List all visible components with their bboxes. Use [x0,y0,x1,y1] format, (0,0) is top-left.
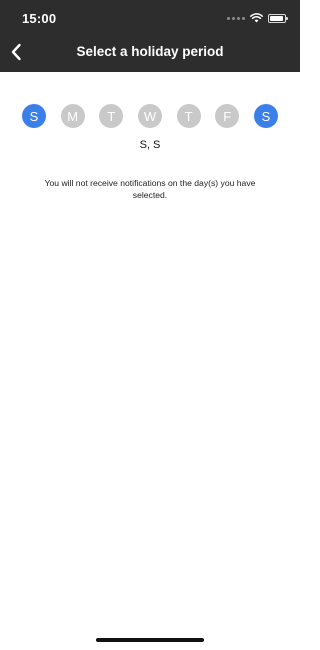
page-title: Select a holiday period [76,44,224,59]
status-time: 15:00 [22,11,57,26]
app-header: 15:00 Select a holiday period [0,0,300,72]
home-indicator[interactable] [96,638,204,642]
notification-note: You will not receive notifications on th… [44,178,256,200]
wifi-icon [250,13,263,23]
battery-icon [268,13,288,23]
status-icons [227,12,288,24]
day-saturday-button[interactable]: S [253,104,278,128]
day-tuesday-button[interactable]: T [99,104,124,128]
selected-days-summary: S, S [139,139,161,151]
day-monday-button[interactable]: M [60,104,85,128]
day-sunday-button[interactable]: S [22,104,46,128]
day-friday-button[interactable]: F [215,104,240,128]
signal-dots-icon [227,16,245,20]
day-selector: S M T W T F S [22,104,278,128]
day-wednesday-button[interactable]: W [137,104,162,128]
day-thursday-button[interactable]: T [176,104,201,128]
